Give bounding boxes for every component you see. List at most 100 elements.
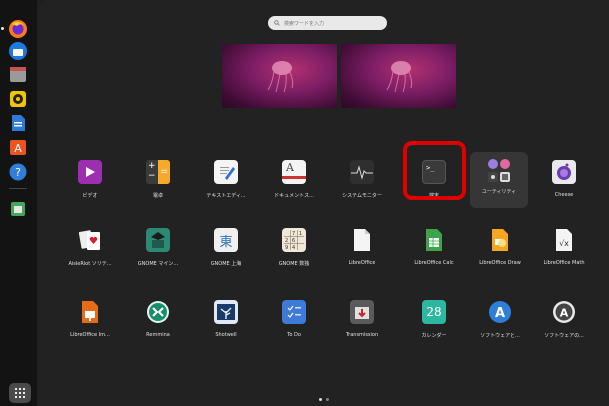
app-cheese[interactable]: Cheese — [530, 148, 598, 208]
impress-icon — [78, 300, 102, 324]
libreoffice-icon — [350, 228, 374, 252]
app-software-properties[interactable]: A ソフトウェアと... — [466, 288, 534, 348]
show-apps-button[interactable] — [9, 383, 31, 403]
app-label: LibreOffice Im... — [70, 332, 110, 338]
app-aisleriot[interactable]: AisleRiot ソリテ... — [56, 216, 124, 276]
sudoku-icon: 71 2694 — [282, 228, 306, 252]
page-dot[interactable] — [326, 398, 329, 401]
app-system-monitor[interactable]: システムモニター — [328, 148, 396, 208]
terminal-highlight-box — [403, 141, 466, 200]
help-icon[interactable]: ? — [7, 161, 29, 183]
search-icon — [274, 20, 280, 26]
video-icon — [78, 160, 102, 184]
app-label: ドキュメントス... — [274, 193, 314, 199]
jellyfish-wallpaper — [267, 61, 294, 93]
dock-separator — [9, 188, 27, 189]
draw-icon — [488, 228, 512, 252]
svg-text:?: ? — [15, 166, 21, 179]
app-libreoffice-calc[interactable]: LibreOffice Calc — [400, 216, 468, 276]
svg-text:6: 6 — [292, 238, 295, 244]
search-placeholder: 検索ワードを入力 — [284, 20, 325, 27]
app-label: LibreOffice — [348, 260, 376, 266]
app-label: システムモニター — [342, 193, 382, 199]
workspace-thumbnail-1[interactable] — [222, 44, 337, 108]
trash-icon[interactable] — [7, 198, 29, 220]
cards-icon — [78, 228, 102, 252]
app-transmission[interactable]: Transmission — [328, 288, 396, 348]
calc-icon — [422, 228, 446, 252]
app-label: テキストエディ... — [206, 193, 246, 199]
folder-utilities[interactable]: ユーティリティ — [465, 148, 533, 208]
rhythmbox-icon[interactable] — [7, 88, 29, 110]
app-libreoffice-math[interactable]: √x LibreOffice Math — [530, 216, 598, 276]
text-editor-icon — [214, 160, 238, 184]
grid-icon — [14, 387, 26, 399]
firefox-icon[interactable] — [1, 18, 29, 40]
app-label: LibreOffice Math — [543, 260, 585, 266]
transmission-icon — [350, 300, 374, 324]
app-calendar[interactable]: 28 カレンダー — [400, 288, 468, 348]
app-libreoffice-impress[interactable]: LibreOffice Im... — [56, 288, 124, 348]
app-shotwell[interactable]: Shotwell — [192, 288, 260, 348]
app-todo[interactable]: To Do — [260, 288, 328, 348]
app-label: カレンダー — [421, 333, 447, 339]
svg-text:2: 2 — [285, 238, 288, 244]
math-icon: √x — [552, 228, 576, 252]
app-label: ソフトウェアの... — [544, 333, 584, 339]
app-video[interactable]: ビデオ — [56, 148, 124, 208]
app-label: GNOME 数独 — [278, 261, 310, 267]
app-calculator[interactable]: + − = 電卓 — [124, 148, 192, 208]
software-updater-icon: A — [552, 300, 576, 324]
app-label: To Do — [287, 332, 301, 338]
app-label: GNOME 上海 — [210, 261, 242, 267]
app-text-editor[interactable]: テキストエディ... — [192, 148, 260, 208]
thunderbird-icon[interactable] — [7, 40, 29, 62]
app-label: 電卓 — [152, 193, 163, 199]
app-gnome-mahjongg[interactable]: 東 GNOME 上海 — [192, 216, 260, 276]
writer-icon[interactable] — [7, 112, 29, 134]
search-input[interactable]: 検索ワードを入力 — [268, 16, 387, 30]
document-letter-glyph: A — [286, 161, 294, 174]
remmina-icon — [146, 300, 170, 324]
app-label: Remmina — [146, 332, 170, 338]
app-software-updater[interactable]: A ソフトウェアの... — [530, 288, 598, 348]
dock: A ? — [0, 0, 37, 406]
app-label: Shotwell — [215, 332, 237, 338]
svg-text:A: A — [495, 306, 505, 321]
app-label: ソフトウェアと... — [480, 333, 520, 339]
page-indicator[interactable] — [316, 398, 332, 404]
mines-icon — [146, 228, 170, 252]
app-libreoffice[interactable]: LibreOffice — [328, 216, 396, 276]
software-icon[interactable]: A — [7, 136, 29, 158]
shotwell-icon — [214, 300, 238, 324]
svg-text:7: 7 — [292, 231, 295, 237]
calendar-day-glyph: 28 — [426, 305, 442, 319]
software-properties-icon: A — [488, 300, 512, 324]
calculator-plus-glyph: + — [148, 161, 156, 171]
app-libreoffice-draw[interactable]: LibreOffice Draw — [466, 216, 534, 276]
workspace-thumbnail-2[interactable] — [341, 44, 456, 108]
app-label: ビデオ — [82, 193, 98, 199]
app-gnome-mines[interactable]: GNOME マイン... — [124, 216, 192, 276]
app-label: ユーティリティ — [481, 189, 517, 195]
document-scanner-icon: A — [282, 160, 306, 184]
app-label: LibreOffice Draw — [479, 260, 521, 266]
app-gnome-sudoku[interactable]: 71 2694 GNOME 数独 — [260, 216, 328, 276]
cheese-icon — [552, 160, 576, 184]
calendar-icon: 28 — [422, 300, 446, 324]
app-label: Transmission — [345, 332, 379, 338]
system-monitor-icon — [350, 160, 374, 184]
svg-text:4: 4 — [292, 245, 295, 251]
app-label: LibreOffice Calc — [414, 260, 454, 266]
svg-text:1: 1 — [299, 231, 302, 237]
app-document-scanner[interactable]: A ドキュメントス... — [260, 148, 328, 208]
svg-text:√x: √x — [559, 239, 569, 248]
files-icon[interactable] — [7, 63, 29, 85]
app-label: Cheese — [554, 192, 574, 198]
app-label: GNOME マイン... — [137, 261, 179, 267]
page-dot[interactable] — [319, 398, 322, 401]
calculator-minus-glyph: − — [148, 171, 156, 181]
app-remmina[interactable]: Remmina — [124, 288, 192, 348]
app-label: AisleRiot ソリテ... — [68, 261, 112, 267]
mahjongg-icon: 東 — [214, 228, 238, 252]
